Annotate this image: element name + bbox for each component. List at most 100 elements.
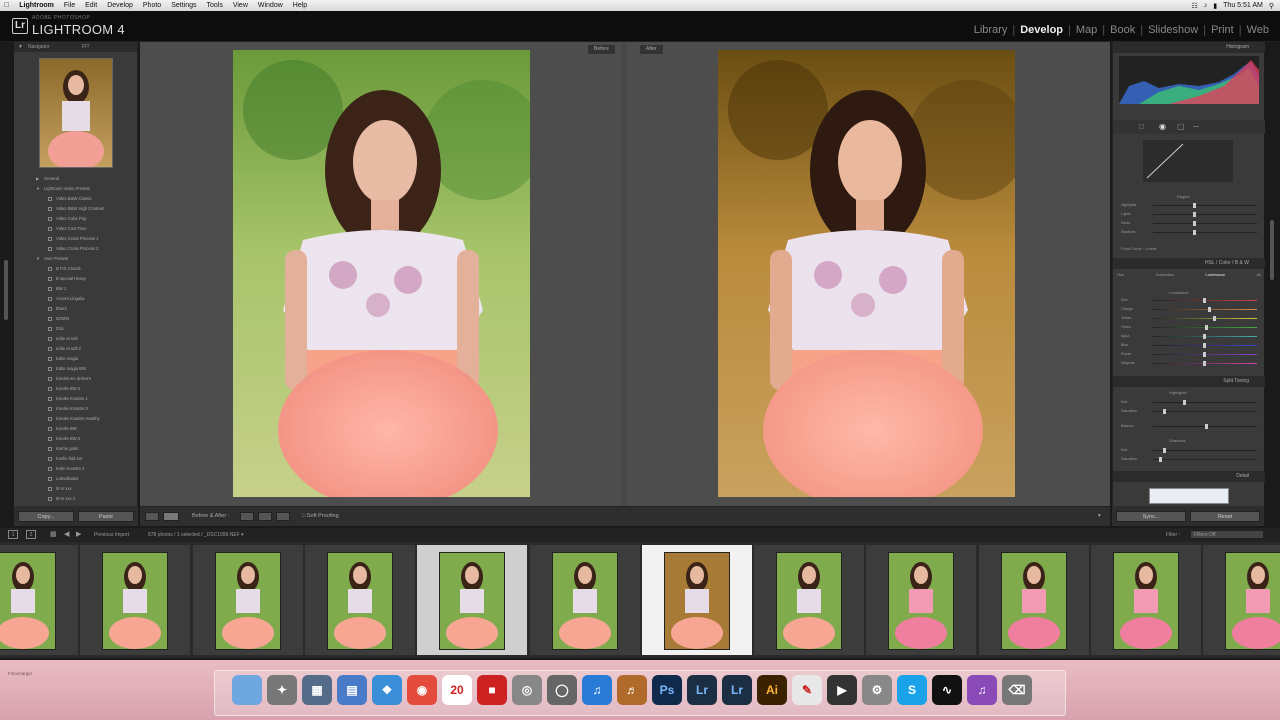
module-develop[interactable]: Develop: [1015, 24, 1068, 36]
module-slideshow[interactable]: Slideshow: [1143, 24, 1203, 36]
filmstrip-cell[interactable]: [754, 545, 865, 655]
dock-guitar-icon[interactable]: ♬: [617, 675, 647, 705]
swap-button[interactable]: [276, 512, 290, 521]
preset-item[interactable]: Accent Lingalia: [14, 294, 138, 304]
preset-item[interactable]: DOWN: [14, 314, 138, 324]
hsl-header[interactable]: HSL / Color / B & W: [1113, 258, 1265, 269]
volume-icon[interactable]: ♪: [1204, 2, 1208, 9]
module-print[interactable]: Print: [1206, 24, 1239, 36]
filmstrip-thumbnail[interactable]: [888, 552, 955, 650]
filmstrip-thumbnail[interactable]: [551, 552, 618, 650]
preset-item[interactable]: edite at soft 2: [14, 344, 138, 354]
right-panel-grip[interactable]: [1270, 220, 1274, 280]
dock-final-cut-icon[interactable]: ▶: [827, 675, 857, 705]
filmstrip-thumbnail[interactable]: [1000, 552, 1067, 650]
subtab-luminance[interactable]: Luminance: [1205, 272, 1225, 277]
preset-item[interactable]: Lobsolladas: [14, 474, 138, 484]
wifi-icon[interactable]: ☷: [1192, 2, 1198, 10]
menu-develop[interactable]: Develop: [107, 2, 133, 9]
filmstrip-thumbnail[interactable]: [214, 552, 281, 650]
slider-knob[interactable]: [1213, 316, 1216, 321]
graduated-filter-icon[interactable]: ▢: [1177, 122, 1185, 131]
filmstrip-cell[interactable]: [978, 545, 1089, 655]
split-slider[interactable]: [1153, 424, 1257, 429]
split-toning-header[interactable]: Split Toning: [1113, 376, 1265, 387]
filmstrip-thumbnail[interactable]: [0, 552, 56, 650]
region-slider[interactable]: [1153, 221, 1257, 226]
preset-item[interactable]: Edite magia: [14, 354, 138, 364]
dock-safari-icon[interactable]: ❖: [372, 675, 402, 705]
slider-knob[interactable]: [1203, 334, 1206, 339]
dock-launchpad-icon[interactable]: ✦: [267, 675, 297, 705]
subtab-all[interactable]: All: [1257, 272, 1261, 277]
preset-item[interactable]: Kolin Koustre 2: [14, 464, 138, 474]
preset-item[interactable]: Blue2: [14, 304, 138, 314]
filmstrip-cell[interactable]: [529, 545, 640, 655]
sync-button[interactable]: Sync...: [1116, 511, 1186, 522]
slider-knob[interactable]: [1208, 307, 1211, 312]
menu-lightroom[interactable]: Lightroom: [19, 2, 54, 9]
dock-calendar-icon[interactable]: 20: [442, 675, 472, 705]
preset-item[interactable]: Video Cool Tone: [14, 224, 138, 234]
filmstrip-cell[interactable]: [304, 545, 415, 655]
dock-trash-icon[interactable]: ⌫: [1002, 675, 1032, 705]
after-photo[interactable]: [718, 50, 1015, 497]
dock-preview-icon[interactable]: ▤: [337, 675, 367, 705]
slider-knob[interactable]: [1203, 361, 1206, 366]
filmstrip-cell[interactable]: [1091, 545, 1201, 655]
preset-item[interactable]: Video Color Pop: [14, 214, 138, 224]
preset-item[interactable]: Video B&W Classic: [14, 194, 138, 204]
filmstrip-thumbnail[interactable]: [663, 552, 730, 650]
subtab-hue[interactable]: Hue: [1117, 272, 1124, 277]
filmstrip-cell[interactable]: [192, 545, 303, 655]
tab-color[interactable]: Color: [1219, 260, 1231, 266]
filmstrip-thumbnail[interactable]: [776, 552, 843, 650]
module-web[interactable]: Web: [1242, 24, 1274, 36]
hsl-slider[interactable]: [1153, 307, 1257, 312]
preset-item[interactable]: Edite magia BW: [14, 364, 138, 374]
before-photo[interactable]: [233, 50, 530, 497]
apple-icon[interactable]: : [4, 2, 9, 9]
hsl-slider[interactable]: [1153, 298, 1257, 303]
dock-network-icon[interactable]: ◎: [512, 675, 542, 705]
filmstrip-thumbnail[interactable]: [326, 552, 393, 650]
split-slider[interactable]: [1153, 457, 1257, 462]
grid-icon[interactable]: ▦: [50, 530, 57, 538]
menu-window[interactable]: Window: [258, 2, 283, 9]
dock-lightroom-icon[interactable]: Lr: [687, 675, 717, 705]
dock-pages-icon[interactable]: ✎: [792, 675, 822, 705]
filter-dropdown[interactable]: Filters Off: [1190, 530, 1264, 539]
hsl-slider[interactable]: [1153, 334, 1257, 339]
point-curve-value[interactable]: Linear: [1145, 246, 1156, 251]
dock-utility-icon[interactable]: ⚙: [862, 675, 892, 705]
soft-proofing-checkbox[interactable]: □ Soft Proofing: [302, 513, 339, 519]
crop-icon[interactable]: □: [1139, 122, 1144, 131]
back-arrow-icon[interactable]: ◀: [64, 530, 69, 538]
menu-photo[interactable]: Photo: [143, 2, 161, 9]
slider-knob[interactable]: [1203, 298, 1206, 303]
module-book[interactable]: Book: [1105, 24, 1140, 36]
dock-itunes2-icon[interactable]: ♫: [967, 675, 997, 705]
menu-tools[interactable]: Tools: [206, 2, 222, 9]
preset-item[interactable]: Kuslin fold sor: [14, 454, 138, 464]
navigator-header[interactable]: ▼ Navigator FIT: [14, 42, 137, 52]
preset-general[interactable]: ▶ General: [14, 174, 138, 184]
battery-icon[interactable]: ▮: [1213, 2, 1217, 10]
nav-zoom-fit[interactable]: FIT: [82, 42, 90, 52]
preset-item[interactable]: Koosts em defeore: [14, 374, 138, 384]
module-map[interactable]: Map: [1071, 24, 1102, 36]
split-slider[interactable]: [1153, 448, 1257, 453]
hsl-slider[interactable]: [1153, 343, 1257, 348]
menu-file[interactable]: File: [64, 2, 75, 9]
histogram-graph[interactable]: [1119, 56, 1259, 104]
filmstrip-cell[interactable]: [0, 545, 78, 655]
toolbar-menu-icon[interactable]: ▾: [1098, 513, 1101, 519]
preset-item[interactable]: Koosle Knastre 1: [14, 394, 138, 404]
detail-header[interactable]: Detail: [1113, 471, 1265, 482]
dock-chrome-icon[interactable]: ◉: [407, 675, 437, 705]
split-slider[interactable]: [1153, 409, 1257, 414]
reset-button[interactable]: Reset: [1190, 511, 1260, 522]
region-slider[interactable]: [1153, 203, 1257, 208]
preset-folder-user[interactable]: ▼ User Presets: [14, 254, 138, 264]
copy-after-before-button[interactable]: [258, 512, 272, 521]
